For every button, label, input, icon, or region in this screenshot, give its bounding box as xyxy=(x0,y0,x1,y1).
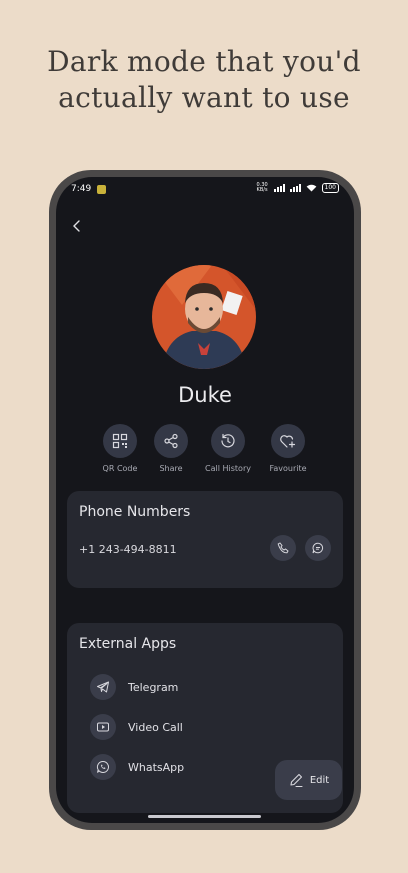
edit-button[interactable]: Edit xyxy=(275,760,342,800)
battery-icon: 100 xyxy=(321,183,339,193)
phone-number-value[interactable]: +1 243-494-8811 xyxy=(79,543,177,556)
edit-button-label: Edit xyxy=(309,774,330,786)
app-label-video-call: Video Call xyxy=(128,720,183,734)
message-icon xyxy=(312,542,324,554)
call-button[interactable] xyxy=(270,535,296,561)
history-icon xyxy=(221,433,235,448)
contact-avatar[interactable] xyxy=(152,265,256,369)
app-item-video-call[interactable]: Video Call xyxy=(90,714,183,740)
contact-name: Duke xyxy=(178,383,232,407)
app-label-whatsapp: WhatsApp xyxy=(128,760,185,774)
headline-line-2: actually want to use xyxy=(58,81,350,114)
net-speed-unit: KB/s xyxy=(256,187,268,193)
share-action[interactable]: Share xyxy=(139,424,203,473)
video-call-icon xyxy=(97,722,109,732)
phone-numbers-title: Phone Numbers xyxy=(79,504,191,520)
pencil-icon xyxy=(290,773,303,788)
share-icon xyxy=(164,433,178,449)
app-item-telegram[interactable]: Telegram xyxy=(90,674,178,700)
net-speed-indicator: 0.30 KB/s xyxy=(257,183,269,193)
home-indicator[interactable] xyxy=(148,815,261,818)
marketing-headline: Dark mode that you'd actually want to us… xyxy=(0,44,408,116)
telegram-icon xyxy=(97,681,109,693)
heart-plus-icon xyxy=(280,435,296,448)
app-label-telegram: Telegram xyxy=(128,680,179,694)
app-item-whatsapp[interactable]: WhatsApp xyxy=(90,754,184,780)
call-history-action[interactable]: Call History xyxy=(196,424,260,473)
phone-screen: 7:49 0.30 KB/s 100 Duke QR Code Share Ca… xyxy=(56,177,354,823)
wifi-icon xyxy=(306,184,316,192)
favourite-label: Favourite xyxy=(269,464,307,473)
signal-icon-2 xyxy=(289,184,301,192)
share-label: Share xyxy=(159,464,183,473)
phone-icon xyxy=(277,542,289,554)
status-bar: 7:49 0.30 KB/s 100 xyxy=(56,177,354,199)
notification-icon xyxy=(97,185,106,194)
back-arrow-icon[interactable] xyxy=(70,219,84,233)
headline-line-1: Dark mode that you'd xyxy=(47,45,361,78)
whatsapp-icon xyxy=(97,760,109,773)
message-button[interactable] xyxy=(305,535,331,561)
external-apps-title: External Apps xyxy=(79,636,177,652)
phone-frame: 7:49 0.30 KB/s 100 Duke QR Code Share Ca… xyxy=(49,170,361,830)
phone-numbers-card: Phone Numbers +1 243-494-8811 xyxy=(67,491,343,588)
qr-code-icon xyxy=(112,433,128,449)
status-time: 7:49 xyxy=(71,184,92,194)
call-history-label: Call History xyxy=(205,464,251,473)
signal-icon xyxy=(273,184,285,192)
favourite-action[interactable]: Favourite xyxy=(256,424,320,473)
